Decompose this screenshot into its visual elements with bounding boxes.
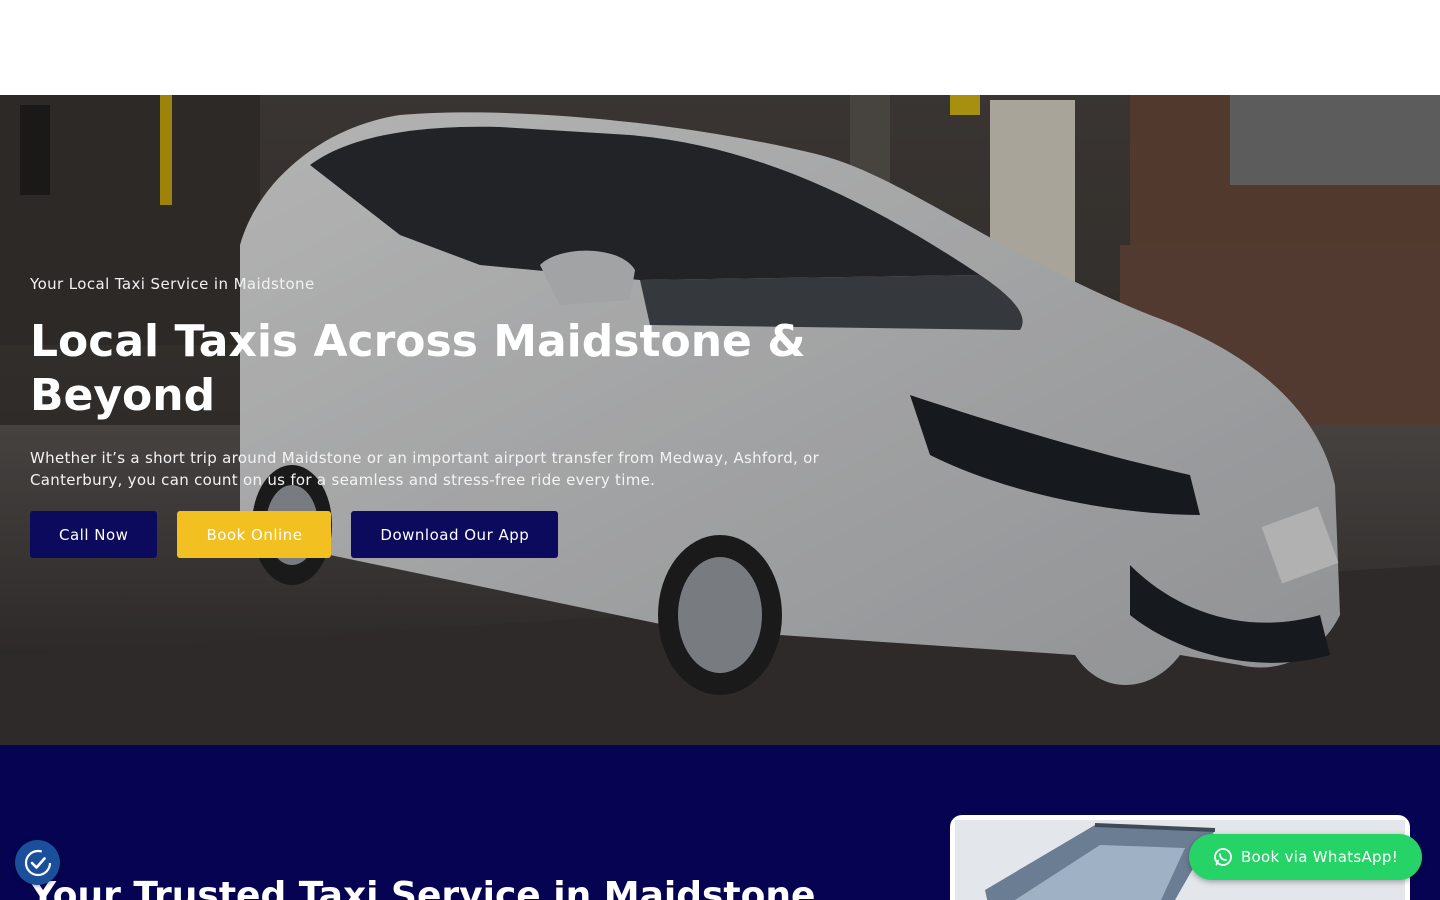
- section-title: Your Trusted Taxi Service in Maidstone: [30, 875, 816, 900]
- download-app-button[interactable]: Download Our App: [351, 511, 559, 558]
- whatsapp-button-label: Book via WhatsApp!: [1240, 848, 1399, 866]
- hero-section: Your Local Taxi Service in Maidstone Loc…: [0, 95, 1440, 745]
- book-online-button[interactable]: Book Online: [177, 511, 332, 558]
- accessibility-button[interactable]: [15, 840, 60, 885]
- whatsapp-icon: [1214, 848, 1232, 866]
- call-now-button[interactable]: Call Now: [30, 511, 158, 558]
- accessibility-check-icon: [24, 849, 51, 876]
- hero-description: Whether it’s a short trip around Maidsto…: [30, 449, 820, 489]
- hero-title: Local Taxis Across Maidstone & Beyond: [30, 316, 806, 421]
- hero-content: Your Local Taxi Service in Maidstone Loc…: [30, 275, 870, 558]
- hero-buttons: Call Now Book Online Download Our App: [30, 511, 870, 558]
- whatsapp-booking-button[interactable]: Book via WhatsApp!: [1189, 834, 1422, 880]
- hero-eyebrow: Your Local Taxi Service in Maidstone: [30, 275, 315, 293]
- site-header: [0, 0, 1440, 95]
